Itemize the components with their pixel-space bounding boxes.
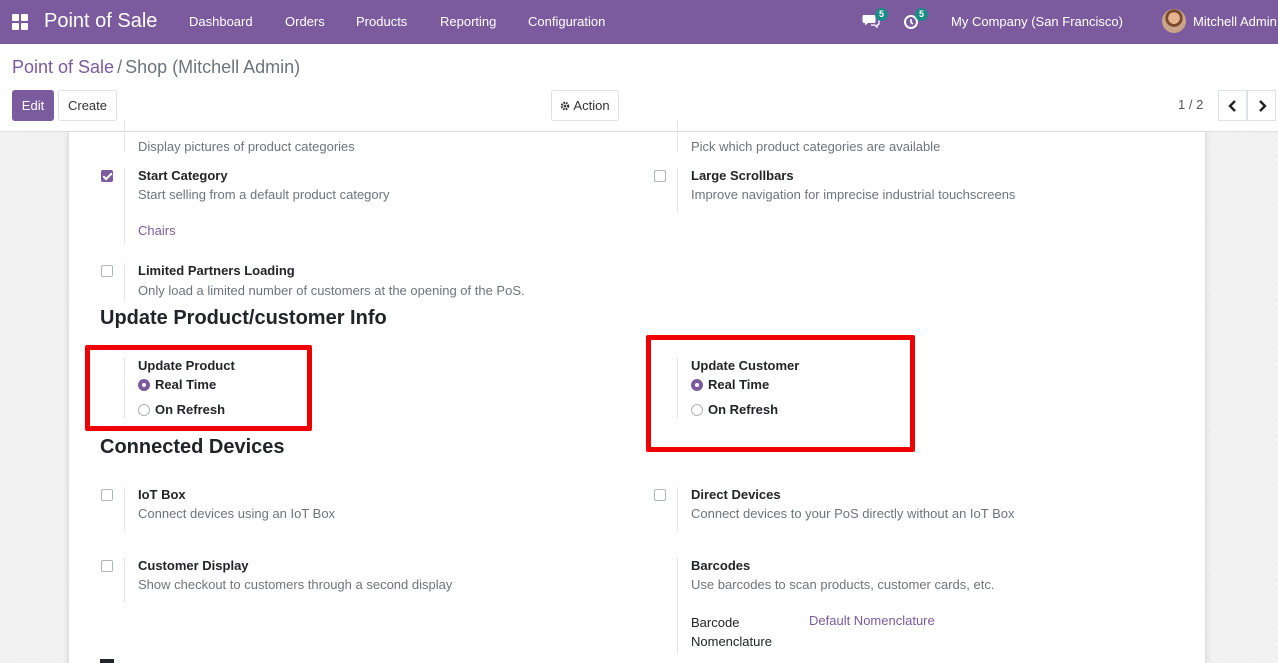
activities-button[interactable]: 5 bbox=[902, 8, 928, 32]
barcode-nomenclature-label: Barcode Nomenclature bbox=[691, 613, 772, 651]
menu-dashboard[interactable]: Dashboard bbox=[189, 14, 253, 29]
menu-orders[interactable]: Orders bbox=[285, 14, 325, 29]
section-title-connected-devices: Connected Devices bbox=[100, 436, 285, 458]
setting-desc: Connect devices using an IoT Box bbox=[138, 506, 336, 521]
menu-configuration[interactable]: Configuration bbox=[528, 14, 605, 29]
radio-label: On Refresh bbox=[708, 402, 779, 417]
direct-devices-checkbox[interactable] bbox=[654, 489, 666, 501]
setting-title: Barcodes bbox=[691, 558, 751, 573]
setting-title: Customer Display bbox=[138, 558, 249, 573]
update-product-option-on-refresh[interactable]: On Refresh bbox=[138, 402, 225, 417]
action-label: Action bbox=[573, 98, 610, 113]
setting-title: Limited Partners Loading bbox=[138, 263, 295, 278]
chevron-right-icon bbox=[1258, 99, 1267, 112]
app-name[interactable]: Point of Sale bbox=[44, 10, 157, 33]
radio-button[interactable] bbox=[138, 404, 150, 416]
setting-title: Update Customer bbox=[691, 358, 800, 373]
user-avatar[interactable] bbox=[1162, 9, 1186, 33]
setting-title: Start Category bbox=[138, 168, 228, 183]
start-category-checkbox[interactable] bbox=[101, 170, 113, 182]
customer-display-checkbox[interactable] bbox=[101, 560, 113, 572]
create-button[interactable]: Create bbox=[58, 90, 117, 121]
barcode-nomenclature-field[interactable]: Default Nomenclature bbox=[809, 613, 935, 628]
setting-title: Direct Devices bbox=[691, 487, 781, 502]
activities-count-badge: 5 bbox=[915, 8, 928, 21]
large-scrollbars-checkbox[interactable] bbox=[654, 170, 666, 182]
menu-reporting[interactable]: Reporting bbox=[440, 14, 496, 29]
gear-icon bbox=[561, 101, 570, 110]
setting-desc: Only load a limited number of customers … bbox=[138, 283, 525, 298]
section-title-update-info: Update Product/customer Info bbox=[100, 307, 387, 329]
edit-button[interactable]: Edit bbox=[12, 90, 54, 121]
radio-button[interactable] bbox=[691, 379, 703, 391]
radio-label: On Refresh bbox=[155, 402, 226, 417]
radio-label: Real Time bbox=[155, 377, 217, 392]
setting-title: Large Scrollbars bbox=[691, 168, 794, 183]
action-button[interactable]: Action bbox=[551, 90, 619, 121]
setting-desc: Start selling from a default product cat… bbox=[138, 187, 390, 202]
user-menu[interactable]: Mitchell Admin bbox=[1193, 14, 1277, 29]
form-sheet: Display pictures of product categories P… bbox=[68, 120, 1206, 663]
setting-title: IoT Box bbox=[138, 487, 186, 502]
pager-next-button[interactable] bbox=[1247, 90, 1276, 121]
setting-desc: Show checkout to customers through a sec… bbox=[138, 577, 453, 592]
breadcrumb-parent-link[interactable]: Point of Sale bbox=[12, 57, 114, 77]
pager-previous-button[interactable] bbox=[1218, 90, 1247, 121]
setting-desc: Display pictures of product categories bbox=[138, 139, 355, 154]
apps-menu-icon[interactable] bbox=[12, 14, 28, 30]
top-navbar: Point of Sale Dashboard Orders Products … bbox=[0, 0, 1278, 44]
setting-desc: Connect devices to your PoS directly wit… bbox=[691, 506, 1015, 521]
field-label-line: Nomenclature bbox=[691, 634, 772, 649]
messages-count-badge: 5 bbox=[875, 8, 888, 21]
chevron-left-icon bbox=[1227, 99, 1236, 112]
breadcrumb: Point of Sale / Shop (Mitchell Admin) bbox=[12, 57, 300, 78]
company-switcher[interactable]: My Company (San Francisco) bbox=[951, 14, 1123, 29]
menu-products[interactable]: Products bbox=[356, 14, 407, 29]
iot-box-checkbox[interactable] bbox=[101, 489, 113, 501]
setting-desc: Use barcodes to scan products, customer … bbox=[691, 577, 995, 592]
next-section-title-clipped bbox=[100, 659, 114, 663]
field-label-line: Barcode bbox=[691, 615, 740, 630]
pager-value[interactable]: 1 / 2 bbox=[1178, 97, 1203, 112]
limited-partners-checkbox[interactable] bbox=[101, 265, 113, 277]
setting-desc: Pick which product categories are availa… bbox=[691, 139, 941, 154]
radio-label: Real Time bbox=[708, 377, 770, 392]
update-customer-option-real-time[interactable]: Real Time bbox=[691, 377, 769, 392]
control-panel: Point of Sale / Shop (Mitchell Admin) Edit… bbox=[0, 44, 1278, 132]
breadcrumb-separator: / bbox=[117, 57, 123, 77]
update-product-option-real-time[interactable]: Real Time bbox=[138, 377, 216, 392]
setting-desc: Improve navigation for imprecise industr… bbox=[691, 187, 1016, 202]
form-content-area: Display pictures of product categories P… bbox=[0, 120, 1278, 663]
start-category-field[interactable]: Chairs bbox=[138, 223, 176, 238]
update-customer-option-on-refresh[interactable]: On Refresh bbox=[691, 402, 778, 417]
radio-button[interactable] bbox=[138, 379, 150, 391]
messages-button[interactable]: 5 bbox=[862, 8, 888, 32]
breadcrumb-current: Shop (Mitchell Admin) bbox=[125, 57, 301, 77]
setting-title: Update Product bbox=[138, 358, 235, 373]
radio-button[interactable] bbox=[691, 404, 703, 416]
